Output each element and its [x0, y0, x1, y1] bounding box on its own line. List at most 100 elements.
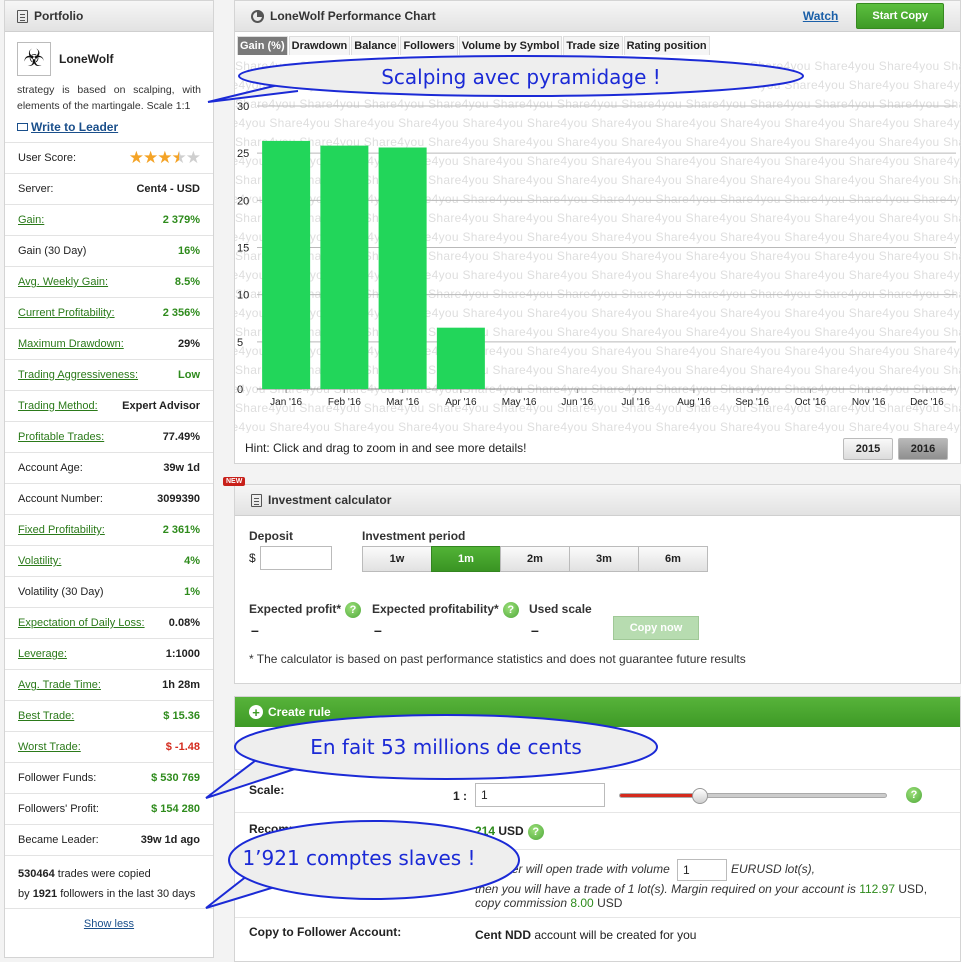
stat-label[interactable]: Maximum Drawdown:: [18, 338, 124, 350]
period-button-3m[interactable]: 3m: [569, 546, 639, 572]
copied-followers-count: 1921: [32, 888, 58, 900]
bar[interactable]: [436, 327, 485, 389]
stat-value: 3099390: [157, 493, 200, 505]
bubble-text-scalping: Scalping avec pyramidage !: [381, 65, 661, 89]
gain-bar-chart[interactable]: 0 5 10 15 20 25 30 Jan '16 Feb '16 Mar '16 Apr '16…: [235, 59, 961, 433]
stat-label[interactable]: Avg. Weekly Gain:: [18, 276, 108, 288]
stat-value: Low: [178, 369, 200, 381]
tab-gain[interactable]: Gain (%): [237, 36, 288, 55]
tab-volume-by-symbol[interactable]: Volume by Symbol: [458, 36, 563, 55]
stat-label[interactable]: Avg. Trade Time:: [18, 679, 101, 691]
year-button-2016[interactable]: 2016: [898, 438, 948, 460]
x-tick-label: Sep '16: [735, 397, 769, 408]
write-to-leader-link[interactable]: Write to Leader: [5, 114, 213, 142]
expected-profit-label: Expected profit*?: [249, 602, 362, 618]
stat-row: Account Age: 39w 1d: [5, 452, 213, 483]
tab-balance[interactable]: Balance: [351, 36, 400, 55]
stat-label: Volatility (30 Day): [18, 586, 104, 598]
expected-profitability-value: –: [374, 622, 382, 638]
bar[interactable]: [262, 140, 311, 389]
bubble-text-cents: En fait 53 millions de cents: [310, 735, 582, 759]
period-button-6m[interactable]: 6m: [638, 546, 708, 572]
stat-row: Profitable Trades: 77.49%: [5, 421, 213, 452]
tab-drawdown[interactable]: Drawdown: [288, 36, 351, 55]
leader-description: strategy is based on scalping, with elem…: [17, 84, 201, 112]
watch-link[interactable]: Watch: [803, 9, 839, 23]
portfolio-panel: Portfolio ☣ LoneWolf strategy is based o…: [4, 0, 214, 958]
stat-label: Follower Funds:: [18, 772, 97, 784]
x-tick-label: Oct '16: [795, 397, 827, 408]
account-text: account will be created for you: [534, 928, 697, 942]
year-button-2015[interactable]: 2015: [843, 438, 893, 460]
period-button-2m[interactable]: 2m: [500, 546, 570, 572]
stats-list: Server: Cent4 - USD Gain: 2 379% Gain (30 Da…: [5, 173, 213, 855]
stat-label[interactable]: Current Profitability:: [18, 307, 115, 319]
used-scale-value: –: [531, 622, 539, 638]
copied-text-2: followers in the last 30 days: [60, 888, 196, 900]
stat-row: Followers' Profit: $ 154 280: [5, 793, 213, 824]
chart-header: LoneWolf Performance Chart Watch Start C…: [235, 1, 960, 32]
stat-label[interactable]: Leverage:: [18, 648, 67, 660]
margin-text: then you will have a trade of 1 lot(s). …: [475, 882, 927, 896]
x-tick-label: Aug '16: [677, 397, 711, 408]
bar[interactable]: [378, 147, 427, 389]
tab-followers[interactable]: Followers: [400, 36, 458, 55]
copy-now-button[interactable]: Copy now: [613, 616, 699, 640]
stat-row: Volatility (30 Day) 1%: [5, 576, 213, 607]
stat-value: $ 530 769: [151, 772, 200, 784]
scale-slider[interactable]: [619, 788, 887, 804]
stat-label: Server:: [18, 183, 54, 195]
currency-symbol: $: [249, 551, 256, 565]
stat-row: Leverage: 1:1000: [5, 638, 213, 669]
stat-row: Expectation of Daily Loss: 0.08%: [5, 607, 213, 638]
stat-value: 1h 28m: [162, 679, 200, 691]
chart-area[interactable]: Share4you Share4you Share4you Share4you …: [235, 59, 961, 433]
stat-row: Server: Cent4 - USD: [5, 173, 213, 204]
help-icon[interactable]: ?: [906, 787, 922, 803]
stat-row: Best Trade: $ 15.36: [5, 700, 213, 731]
x-tick-label: May '16: [502, 397, 537, 408]
stat-label: Became Leader:: [18, 834, 99, 846]
slider-handle[interactable]: [692, 788, 709, 804]
stat-value: 39w 1d: [163, 462, 200, 474]
stat-row: Worst Trade: $ -1.48: [5, 731, 213, 762]
write-to-leader-label[interactable]: Write to Leader: [31, 120, 118, 134]
stat-label[interactable]: Worst Trade:: [18, 741, 81, 753]
stat-label[interactable]: Gain:: [18, 214, 44, 226]
stat-label[interactable]: Volatility:: [18, 555, 61, 567]
used-scale-label: Used scale: [529, 602, 592, 616]
stat-label[interactable]: Trading Aggressiveness:: [18, 369, 138, 381]
stat-label[interactable]: Fixed Profitability:: [18, 524, 105, 536]
stat-value: 16%: [177, 245, 200, 257]
stat-label[interactable]: Trading Method:: [18, 400, 98, 412]
chart-tabs: Gain (%) Drawdown Balance Followers Volume b…: [235, 32, 960, 55]
help-icon[interactable]: ?: [502, 602, 519, 618]
show-less-row: Show less: [5, 908, 213, 930]
calculator-icon: [251, 493, 262, 507]
scale-input[interactable]: 1: [475, 783, 605, 807]
stat-label[interactable]: Best Trade:: [18, 710, 74, 722]
help-icon[interactable]: ?: [345, 602, 362, 618]
help-icon[interactable]: ?: [527, 824, 544, 840]
stat-label[interactable]: Profitable Trades:: [18, 431, 104, 443]
bar[interactable]: [320, 145, 369, 389]
start-copy-button[interactable]: Start Copy: [856, 3, 944, 29]
commission-currency: USD: [597, 896, 623, 910]
period-button-1w[interactable]: 1w: [362, 546, 432, 572]
y-tick-label: 15: [237, 243, 249, 255]
tab-rating-position[interactable]: Rating position: [623, 36, 710, 55]
stat-value: $ -1.48: [165, 741, 200, 753]
volume-input[interactable]: 1: [677, 859, 727, 881]
x-tick-label: Dec '16: [910, 397, 944, 408]
period-button-1m[interactable]: 1m: [431, 546, 501, 572]
investment-period-label: Investment period: [362, 529, 466, 543]
calculator-disclaimer: * The calculator is based on past perfor…: [249, 652, 746, 666]
tab-trade-size[interactable]: Trade size: [563, 36, 623, 55]
deposit-input[interactable]: [260, 546, 332, 570]
show-less-link[interactable]: Show less: [84, 918, 134, 930]
stat-row: Became Leader: 39w 1d ago: [5, 824, 213, 855]
user-score-row: User Score: ★★★★★: [5, 142, 213, 173]
account-type: Cent NDD: [475, 928, 531, 942]
stat-label[interactable]: Expectation of Daily Loss:: [18, 617, 145, 629]
new-badge: NEW: [223, 477, 246, 486]
